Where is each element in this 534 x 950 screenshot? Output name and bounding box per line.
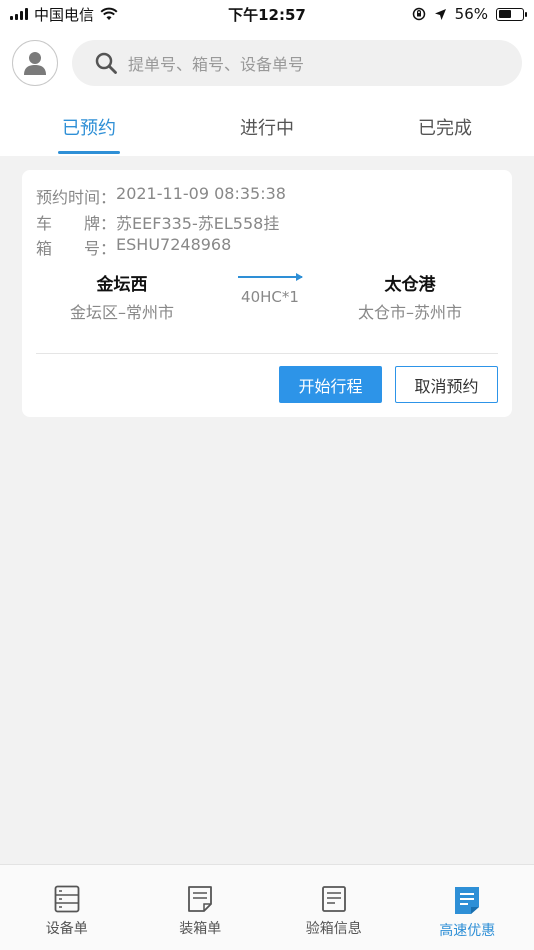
- orientation-lock-icon: [412, 7, 425, 21]
- reservation-time-row: 预约时间： 2021-11-09 08:35:38: [36, 184, 286, 208]
- status-bar: 中国电信 下午12:57 56%: [0, 0, 534, 28]
- reservation-time-label: 预约时间：: [36, 188, 117, 207]
- start-trip-button[interactable]: 开始行程: [279, 366, 382, 403]
- battery-icon: [496, 7, 527, 21]
- nav-item-highway-discount[interactable]: 高速优惠: [401, 865, 534, 950]
- route-destination: 太仓港 太仓市–苏州市: [330, 270, 490, 323]
- route-origin: 金坛西 金坛区–常州市: [42, 270, 202, 323]
- battery-percent: 56%: [454, 5, 488, 23]
- document-icon: [321, 886, 346, 912]
- nav-label: 验箱信息: [305, 921, 362, 937]
- reservation-time-value: 2021-11-09 08:35:38: [116, 184, 286, 203]
- route: 金坛西 金坛区–常州市 40HC*1 太仓港 太仓市–苏州市: [22, 270, 512, 326]
- document-icon: [455, 887, 480, 914]
- location-icon: [434, 8, 446, 20]
- nav-item-inspection-info[interactable]: 验箱信息: [267, 865, 401, 950]
- list-icon: [54, 885, 80, 913]
- avatar[interactable]: [12, 40, 58, 86]
- clock: 下午12:57: [228, 5, 306, 24]
- cancel-reservation-button[interactable]: 取消预约: [395, 366, 498, 403]
- divider: [36, 353, 498, 354]
- nav-label: 高速优惠: [439, 923, 496, 939]
- plate-value: 苏EEF335-苏EL558挂: [116, 214, 280, 233]
- bottom-nav: 设备单 装箱单 验箱信息 高速优惠: [0, 864, 534, 950]
- origin-name: 金坛西: [96, 275, 148, 295]
- tab-completed[interactable]: 已完成: [356, 98, 534, 156]
- nav-label: 设备单: [45, 921, 88, 937]
- origin-region: 金坛区–常州市: [69, 303, 174, 322]
- nav-item-equipment-order[interactable]: 设备单: [0, 865, 134, 950]
- box-number-label: 箱 号：: [36, 239, 117, 258]
- box-number-row: 箱 号： ESHU7248968: [36, 235, 231, 259]
- container-spec: 40HC*1: [241, 288, 299, 306]
- plate-row: 车 牌： 苏EEF335-苏EL558挂: [36, 210, 279, 234]
- document-icon: [188, 886, 213, 912]
- wifi-icon: [100, 7, 118, 20]
- plate-label: 车 牌：: [36, 214, 117, 233]
- search-input[interactable]: 提单号、箱号、设备单号: [72, 40, 522, 86]
- search-placeholder: 提单号、箱号、设备单号: [128, 55, 305, 74]
- header: 提单号、箱号、设备单号: [0, 28, 534, 98]
- box-number-value: ESHU7248968: [116, 235, 232, 254]
- nav-item-packing-list[interactable]: 装箱单: [134, 865, 268, 950]
- arrow-right-icon: [238, 273, 303, 281]
- tab-in-progress[interactable]: 进行中: [178, 98, 356, 156]
- tab-bar: 已预约 进行中 已完成: [0, 98, 534, 156]
- search-icon: [95, 52, 117, 74]
- route-connector: 40HC*1: [230, 273, 310, 306]
- nav-label: 装箱单: [179, 921, 222, 937]
- carrier-label: 中国电信: [34, 5, 95, 24]
- tab-reserved[interactable]: 已预约: [0, 98, 178, 156]
- reservation-card[interactable]: 预约时间： 2021-11-09 08:35:38 车 牌： 苏EEF335-苏…: [22, 170, 512, 417]
- destination-region: 太仓市–苏州市: [357, 303, 462, 322]
- destination-name: 太仓港: [384, 275, 436, 295]
- signal-icon: [10, 8, 28, 20]
- user-icon: [24, 52, 46, 75]
